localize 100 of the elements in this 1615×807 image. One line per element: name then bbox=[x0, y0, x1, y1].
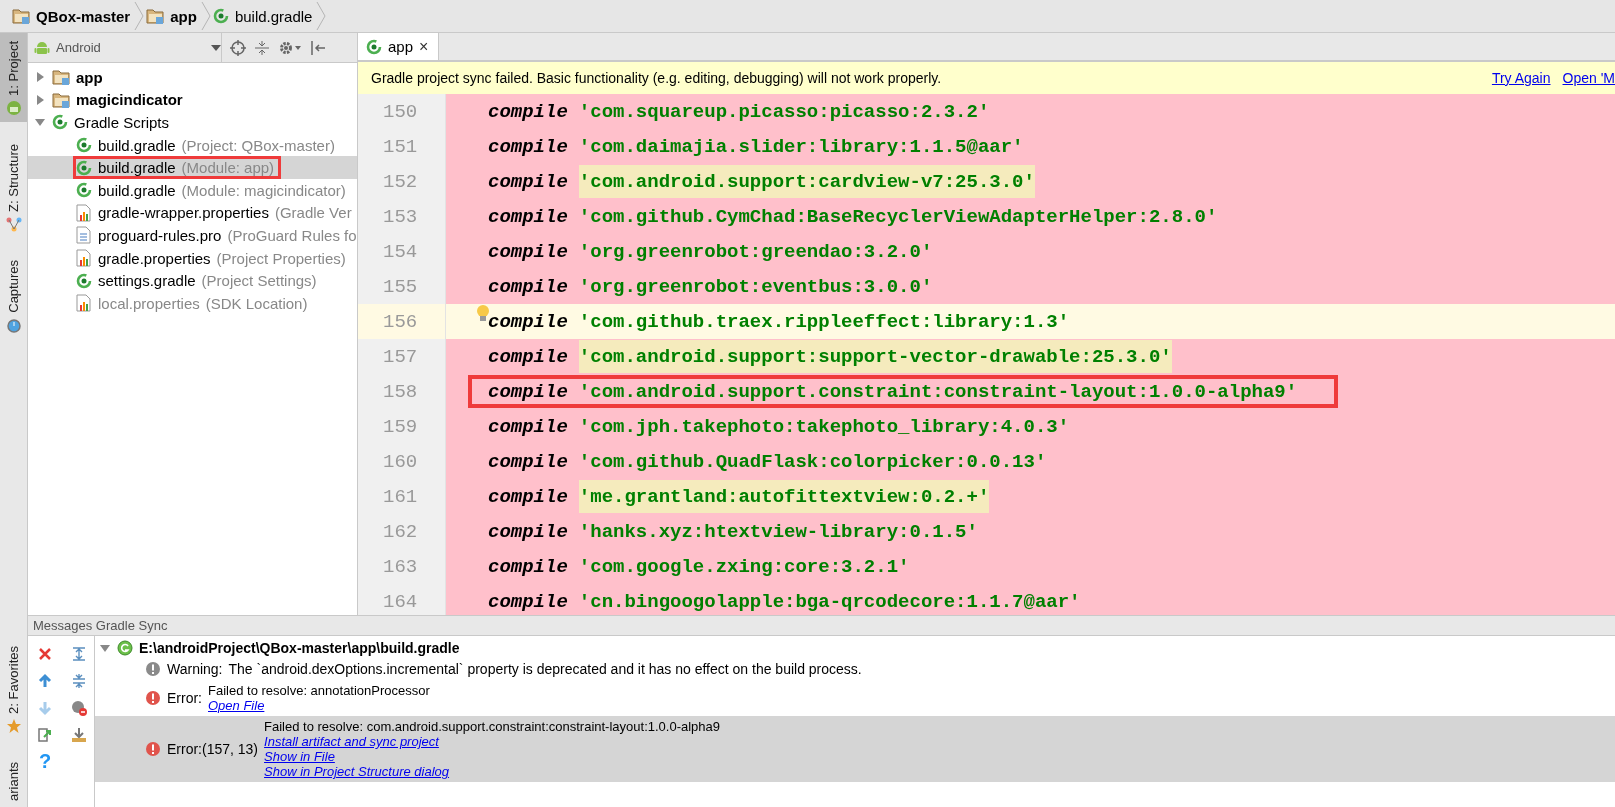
message-label: Error:(157, 13) bbox=[167, 741, 259, 757]
tree-item[interactable]: proguard-rules.pro (ProGuard Rules fo bbox=[28, 224, 357, 247]
code-string: 'com.google.zxing:core:3.2.1' bbox=[578, 554, 910, 580]
structure-icon bbox=[5, 215, 22, 232]
tree-item[interactable]: magicindicator bbox=[28, 88, 357, 112]
gradle-icon bbox=[76, 137, 92, 154]
collapse-all-icon[interactable] bbox=[254, 39, 270, 56]
down-arrow-icon bbox=[37, 699, 53, 716]
gradle-file-icon bbox=[117, 640, 133, 656]
chart-file-icon bbox=[76, 249, 92, 268]
tree-item[interactable]: settings.gradle (Project Settings) bbox=[28, 269, 357, 292]
close-tab-button[interactable]: × bbox=[419, 37, 429, 56]
tool-window-tab[interactable]: Captures bbox=[0, 251, 27, 339]
code-keyword: compile bbox=[488, 415, 568, 438]
line-number: 162 bbox=[358, 514, 446, 549]
tree-item[interactable]: gradle-wrapper.properties (Gradle Ver bbox=[28, 201, 357, 225]
tree-item[interactable]: Gradle Scripts bbox=[28, 111, 357, 134]
line-number: 155 bbox=[358, 269, 446, 304]
export-icon bbox=[37, 726, 53, 743]
code-keyword: compile bbox=[488, 485, 568, 508]
hide-panel-icon[interactable] bbox=[310, 39, 326, 56]
code-string: 'com.android.support:support-vector-drawable:25.3.0' bbox=[578, 340, 1172, 373]
banner-link[interactable]: Try Again bbox=[1491, 70, 1551, 86]
message-link[interactable]: Install artifact and sync project bbox=[264, 734, 439, 749]
gradle-icon bbox=[76, 159, 92, 176]
error-icon bbox=[145, 741, 161, 757]
editor-tab[interactable]: app × bbox=[358, 33, 440, 60]
tree-item[interactable]: build.gradle (Project: QBox-master) bbox=[28, 133, 357, 157]
chevron-icon bbox=[316, 1, 327, 31]
line-number: 161 bbox=[358, 479, 446, 514]
code-string: 'com.daimajia.slider:library:1.1.5@aar' bbox=[578, 134, 1024, 160]
panel-title: Messages Gradle Sync bbox=[28, 616, 1615, 636]
stopwatch-icon bbox=[5, 316, 22, 333]
code-keyword: compile bbox=[488, 100, 568, 123]
file-hint: (Project Properties) bbox=[216, 249, 346, 267]
tool-window-tab[interactable]: Z: Structure bbox=[0, 135, 27, 238]
error-filter-icon bbox=[71, 699, 87, 716]
gradle-icon bbox=[52, 114, 68, 131]
file-name: build.gradle bbox=[98, 136, 176, 154]
file-hint: (Module: magicindicator) bbox=[181, 181, 346, 199]
file-name: settings.gradle bbox=[98, 272, 196, 290]
line-number: 157 bbox=[358, 339, 446, 374]
gradle-icon bbox=[212, 8, 229, 24]
folder-icon bbox=[12, 8, 30, 24]
tree-item[interactable]: gradle.properties (Project Properties) bbox=[28, 246, 357, 270]
expanded-arrow-icon[interactable] bbox=[99, 642, 111, 654]
file-name: build.gradle bbox=[98, 181, 176, 199]
toolbar-button[interactable] bbox=[37, 645, 53, 662]
message-entry[interactable]: Warning: The `android.dexOptions.incremental` property is deprecated and it has no effect on the build process. bbox=[95, 658, 1615, 680]
item-label: magicindicator bbox=[76, 91, 183, 109]
message-link[interactable]: Open File bbox=[208, 698, 265, 713]
item-label: app bbox=[76, 68, 103, 86]
tool-window-tab[interactable]: 1: Project bbox=[0, 33, 27, 122]
file-hint: (Gradle Ver bbox=[274, 204, 352, 222]
line-number: 156 bbox=[358, 304, 446, 339]
file-path: E:\androidProject\QBox-master\app\build.gradle bbox=[139, 640, 460, 656]
settings-icon[interactable] bbox=[278, 39, 302, 56]
code-keyword: compile bbox=[488, 590, 568, 613]
tree-item[interactable]: app bbox=[28, 66, 357, 89]
chevron-icon bbox=[134, 1, 145, 31]
code-keyword: compile bbox=[488, 240, 568, 263]
tool-window-tab[interactable]: 2: Favorites bbox=[0, 638, 27, 740]
code-keyword: compile bbox=[488, 205, 568, 228]
message-link[interactable]: Show in Project Structure dialog bbox=[264, 764, 450, 779]
code-keyword: compile bbox=[488, 380, 568, 403]
file-hint: (ProGuard Rules fo bbox=[227, 226, 357, 244]
message-entry[interactable]: Error: Failed to resolve: annotationProcessor Open File bbox=[95, 680, 1615, 716]
toolbar-button[interactable] bbox=[71, 699, 87, 716]
collapsed-arrow-icon[interactable] bbox=[34, 93, 46, 106]
code-keyword: compile bbox=[488, 555, 568, 578]
tree-item[interactable]: build.gradle (Module: app) bbox=[28, 156, 357, 179]
toolbar-button[interactable] bbox=[71, 726, 87, 743]
file-hint: (Project: QBox-master) bbox=[181, 136, 335, 154]
message-label: Error: bbox=[167, 690, 202, 706]
toolbar-button[interactable] bbox=[71, 672, 87, 689]
toolbar-button[interactable] bbox=[71, 645, 87, 662]
message-entry[interactable]: Error:(157, 13) Failed to resolve: com.android.support.constraint:constraint-layout:1.0.0-alpha9 Install artifact and sync project Show in File Show in Project Structure dialog bbox=[95, 716, 1615, 782]
breadcrumb-item[interactable]: build.gradle bbox=[234, 7, 313, 25]
tree-item[interactable]: build.gradle (Module: magicindicator) bbox=[28, 178, 357, 202]
target-icon[interactable] bbox=[230, 39, 246, 56]
file-name: gradle-wrapper.properties bbox=[98, 204, 269, 222]
error-icon bbox=[145, 690, 161, 706]
file-name: local.properties bbox=[98, 294, 200, 312]
breadcrumb-item[interactable]: QBox-master bbox=[36, 7, 131, 25]
file-hint: (SDK Location) bbox=[205, 294, 308, 312]
message-link[interactable]: Show in File bbox=[264, 749, 335, 764]
breadcrumb-item[interactable]: app bbox=[170, 7, 197, 25]
collapsed-arrow-icon[interactable] bbox=[34, 71, 46, 84]
tree-item[interactable]: local.properties (SDK Location) bbox=[28, 291, 357, 315]
gradle-icon bbox=[76, 272, 92, 289]
toolbar-button[interactable] bbox=[37, 726, 53, 743]
folder-icon bbox=[52, 91, 70, 108]
tool-window-tab[interactable]: ariants bbox=[0, 753, 27, 807]
collapse-all-icon bbox=[71, 672, 87, 689]
banner-link[interactable]: Open 'M bbox=[1562, 70, 1615, 86]
line-number: 159 bbox=[358, 409, 446, 444]
toolbar-button[interactable] bbox=[37, 672, 53, 689]
chart-file-icon bbox=[76, 294, 92, 313]
file-name: proguard-rules.pro bbox=[98, 226, 222, 244]
expand-all-icon bbox=[71, 645, 87, 662]
